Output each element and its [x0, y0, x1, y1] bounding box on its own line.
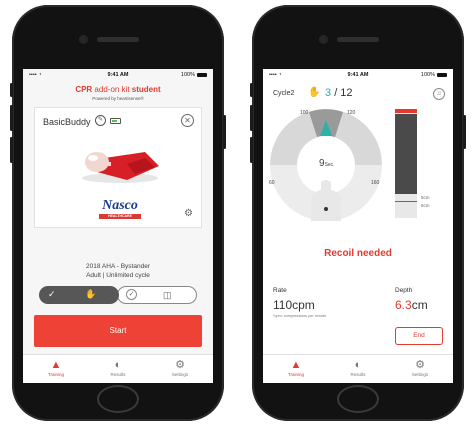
device-card[interactable]: BasicBuddy ✎ ✕ Nasco HEALTHCARE ⚙	[34, 107, 202, 228]
depth-mark-5cm: 5cm	[421, 195, 430, 200]
battery-icon	[437, 72, 447, 77]
checkmark-outline-icon: ✓	[126, 289, 137, 300]
status-bar: •••• ◔ 9:41 AM 100%	[263, 69, 453, 81]
screen-right: •••• ◔ 9:41 AM 100% Cycle2 ✋ 3 / 12 ♫ 10…	[263, 69, 453, 383]
nasco-logo: Nasco	[102, 198, 138, 213]
mode-option-lungs[interactable]: ✓ ◫	[117, 286, 197, 304]
lungs-icon: ◫	[163, 290, 172, 300]
tab-bar: ▲ Training ◐ Results ⚙ Settings	[23, 354, 213, 383]
training-icon: ▲	[50, 359, 62, 371]
depth-bar-top	[395, 109, 417, 113]
tab-bar: ▲ Training ◐ Results ⚙ Settings	[263, 354, 453, 383]
depth-bar-fill	[395, 114, 417, 194]
mode-option-hands[interactable]: ✓ ✋	[39, 286, 119, 304]
protocol-info: 2018 AHA - Bystander Adult | Unlimited c…	[23, 262, 213, 280]
depth-label: Depth	[395, 287, 413, 294]
mute-switch	[250, 83, 253, 97]
close-icon[interactable]: ✕	[181, 114, 194, 127]
tab-results[interactable]: ◐ Results	[333, 359, 383, 377]
gauge-label-160: 160	[371, 180, 380, 186]
power-button	[223, 115, 226, 149]
earpiece-speaker	[337, 37, 379, 42]
volume-down-button	[10, 137, 13, 163]
count-total: / 12	[334, 87, 353, 99]
checkmark-icon: ✓	[48, 289, 56, 299]
depth-mark-6cm: 6cm	[421, 203, 430, 208]
compression-count: 3 / 12	[325, 87, 353, 99]
depth-bar	[395, 109, 417, 218]
depth-target-line	[395, 201, 417, 202]
rate-gauge: 100 120 60 160 9Sec.	[269, 109, 382, 221]
results-icon: ◐	[114, 359, 122, 371]
tab-training[interactable]: ▲ Training	[31, 359, 81, 377]
rate-note: *cpm: compressions per minute	[273, 314, 327, 318]
hands-icon: ✋	[85, 289, 97, 299]
protocol-name: 2018 AHA - Bystander	[86, 263, 150, 270]
nasco-logo-sub: HEALTHCARE	[99, 214, 141, 219]
end-button[interactable]: End	[395, 327, 443, 345]
mute-switch	[10, 83, 13, 97]
gauge-label-120: 120	[347, 110, 356, 116]
battery-indicator: 100%	[421, 72, 447, 78]
tab-results[interactable]: ◐ Results	[93, 359, 143, 377]
results-icon: ◐	[354, 359, 362, 371]
sound-icon[interactable]: ♫	[433, 88, 445, 100]
earpiece-speaker	[97, 37, 139, 42]
home-button	[337, 385, 379, 413]
gauge-label-60: 60	[269, 180, 275, 186]
protocol-detail: Adult | Unlimited cycle	[86, 272, 150, 279]
tab-settings[interactable]: ⚙ Settings	[155, 359, 205, 377]
feedback-message: Recoil needed	[324, 248, 392, 259]
powered-by-text: Powered by heartisense®	[92, 96, 144, 101]
count-current: 3	[325, 87, 332, 99]
mode-toggle: ✓ ◫ ✓ ✋	[39, 286, 197, 304]
screen-left: •••• ◔ 9:41 AM 100% CPR add-on kit stude…	[23, 69, 213, 383]
edit-icon[interactable]: ✎	[95, 115, 106, 126]
depth-value: 6.3cm	[395, 298, 428, 312]
volume-up-button	[250, 105, 253, 131]
hand-icon: ✋	[308, 87, 321, 98]
front-camera	[319, 35, 328, 44]
device-name: BasicBuddy	[43, 117, 91, 127]
status-bar: •••• ◔ 9:41 AM 100%	[23, 69, 213, 81]
cycle-label: Cycle2	[273, 90, 295, 97]
settings-icon: ⚙	[175, 359, 185, 371]
gauge-label-100: 100	[300, 110, 309, 116]
training-icon: ▲	[290, 359, 302, 371]
battery-indicator: 100%	[181, 72, 207, 78]
manikin-image	[82, 152, 159, 183]
rate-value: 110cpm	[273, 298, 315, 312]
battery-icon	[197, 72, 207, 77]
start-button[interactable]: Start	[34, 315, 202, 347]
device-battery-icon	[110, 118, 121, 124]
volume-up-button	[10, 105, 13, 131]
device-settings-icon[interactable]: ⚙	[184, 208, 193, 219]
rate-label: Rate	[273, 287, 287, 294]
phone-frame-right: •••• ◔ 9:41 AM 100% Cycle2 ✋ 3 / 12 ♫ 10…	[250, 5, 466, 421]
power-button	[463, 115, 466, 149]
tab-training[interactable]: ▲ Training	[271, 359, 321, 377]
home-button	[97, 385, 139, 413]
app-brand-title: CPR add-on kit student	[75, 85, 161, 94]
volume-down-button	[250, 137, 253, 163]
settings-icon: ⚙	[415, 359, 425, 371]
front-camera	[79, 35, 88, 44]
tab-settings[interactable]: ⚙ Settings	[395, 359, 445, 377]
phone-frame-left: •••• ◔ 9:41 AM 100% CPR add-on kit stude…	[10, 5, 226, 421]
